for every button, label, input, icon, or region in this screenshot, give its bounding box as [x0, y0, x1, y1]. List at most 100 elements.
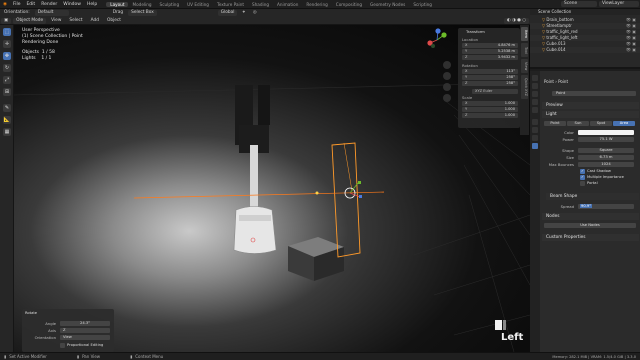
portal-checkbox[interactable] [580, 181, 585, 186]
rotation-z-field[interactable]: Z 258° [462, 81, 518, 86]
spread-field[interactable]: 90.9° [578, 204, 634, 209]
snap-icon[interactable]: ⌖ [239, 10, 247, 16]
orientation-dropdown-op[interactable]: View [60, 335, 110, 340]
select-box-icon[interactable]: ⬚ [3, 28, 11, 36]
objects-count: 1 / 58 [41, 50, 55, 55]
axis-dropdown[interactable]: Z [60, 328, 110, 333]
move-icon[interactable]: ✥ [3, 52, 11, 60]
rotate-icon[interactable]: ↻ [3, 64, 11, 72]
tab-quick-xyz[interactable]: Quick XYZ [521, 75, 528, 99]
physics-tab-icon[interactable] [532, 127, 538, 133]
traffic-light-model[interactable] [233, 85, 277, 254]
transform-space-dropdown[interactable]: Global [217, 10, 238, 16]
view-layer-selector[interactable]: ViewLayer [599, 1, 639, 7]
editor-header: ▣ Object Mode View Select Add Object ◐ ◑… [0, 17, 530, 25]
tab-tool[interactable]: Tool [521, 43, 528, 57]
render-tab-icon[interactable] [532, 83, 538, 89]
location-y-field[interactable]: Y 5.2538 m [462, 49, 518, 54]
add-cube-icon[interactable]: ▦ [3, 128, 11, 136]
scale-icon[interactable]: ⤢ [3, 76, 11, 84]
tab-item[interactable]: Item [521, 27, 528, 41]
annotate-icon[interactable]: ✎ [3, 104, 11, 112]
light-datablock-field[interactable]: Point [552, 91, 636, 96]
cube-object[interactable] [288, 237, 344, 281]
last-operator-title[interactable]: Rotate [25, 311, 65, 316]
custom-properties-header[interactable]: Custom Properties [542, 234, 639, 241]
menu-select[interactable]: Select [66, 18, 85, 24]
location-x-field[interactable]: X 4.8476 m [462, 43, 518, 48]
rotation-mode-dropdown[interactable]: XYZ Euler [472, 89, 518, 94]
nodes-panel-header[interactable]: Nodes [542, 213, 639, 220]
tab-texture-paint[interactable]: Texture Paint [213, 2, 248, 7]
angle-field[interactable]: 24.3° [60, 321, 110, 326]
shape-label: Shape [562, 148, 574, 153]
menu-window[interactable]: Window [60, 2, 84, 7]
3d-viewport[interactable]: User Perspective (1) Scene Collection | … [14, 25, 530, 352]
tab-sculpting[interactable]: Sculpting [156, 2, 184, 7]
preview-panel-header[interactable]: Preview [542, 102, 639, 109]
menu-help[interactable]: Help [84, 2, 100, 7]
tab-rendering[interactable]: Rendering [302, 2, 331, 7]
light-color-swatch[interactable] [578, 130, 634, 135]
light-panel-header[interactable]: Light [542, 111, 639, 118]
tab-animation[interactable]: Animation [273, 2, 302, 7]
cursor-icon[interactable]: ✛ [3, 40, 11, 48]
area-light-outline[interactable] [331, 142, 361, 258]
world-tab-icon[interactable] [532, 107, 538, 113]
location-z-field[interactable]: Z 3.9432 m [462, 55, 518, 60]
tab-compositing[interactable]: Compositing [332, 2, 366, 7]
scale-x-field[interactable]: X 1.000 [462, 101, 518, 106]
constraints-tab-icon[interactable] [532, 135, 538, 141]
use-nodes-button[interactable]: Use Nodes [544, 223, 636, 228]
light-type-spot[interactable]: Spot [590, 121, 612, 126]
proportional-checkbox[interactable] [60, 343, 65, 348]
navigation-gizmo[interactable] [427, 28, 447, 48]
menu-add[interactable]: Add [88, 18, 102, 24]
tab-layout[interactable]: Layout [106, 1, 129, 7]
beam-shape-header[interactable]: Beam Shape [546, 193, 639, 200]
viewport-shading-icons[interactable]: ◐ ◑ ● ○ [503, 17, 529, 24]
scale-y-field[interactable]: Y 1.000 [462, 107, 518, 112]
properties-editor: Point › Point Point Preview Light Point … [530, 71, 640, 352]
proportional-icon[interactable]: ◎ [250, 10, 260, 16]
scale-z-field[interactable]: Z 1.000 [462, 113, 518, 118]
light-type-area[interactable]: Area [613, 121, 635, 126]
menu-render[interactable]: Render [38, 2, 60, 7]
editor-type-icon[interactable]: ▣ [1, 17, 12, 24]
transform-gizmo[interactable] [344, 181, 362, 199]
scene-selector[interactable]: Scene [561, 1, 597, 7]
transform-icon[interactable]: ⊞ [3, 88, 11, 96]
rotation-y-field[interactable]: Y 258° [462, 75, 518, 80]
light-data-tab-icon[interactable] [532, 143, 538, 149]
tab-view[interactable]: View [521, 59, 528, 73]
tool-tab-icon[interactable] [532, 75, 538, 81]
rotation-x-field[interactable]: X 113° [462, 69, 518, 74]
mode-dropdown[interactable]: Object Mode [13, 17, 47, 24]
blender-logo-icon[interactable]: ◉ [0, 2, 10, 7]
menu-file[interactable]: File [10, 2, 24, 7]
tab-scripting[interactable]: Scripting [409, 2, 436, 7]
outliner-row[interactable]: ▽ Cube.014 👁 ▣ [530, 47, 640, 53]
multiple-importance-checkbox[interactable]: ✓ [580, 175, 585, 180]
light-type-point[interactable]: Point [544, 121, 566, 126]
tab-geometry-nodes[interactable]: Geometry Nodes [366, 2, 409, 7]
orientation-dropdown[interactable]: Default [34, 10, 69, 16]
viewport-nav-buttons[interactable] [443, 61, 451, 102]
output-tab-icon[interactable] [532, 91, 538, 97]
tab-modeling[interactable]: Modeling [128, 2, 155, 7]
power-field[interactable]: 75.1 W [578, 137, 634, 142]
measure-icon[interactable]: 📐 [3, 116, 11, 124]
light-type-sun[interactable]: Sun [567, 121, 589, 126]
tab-shading[interactable]: Shading [248, 2, 273, 7]
size-field[interactable]: 6.73 m [578, 155, 634, 160]
menu-edit[interactable]: Edit [23, 2, 38, 7]
menu-object[interactable]: Object [104, 18, 124, 24]
menu-view[interactable]: View [48, 18, 64, 24]
drag-dropdown[interactable]: Select Box [128, 10, 157, 16]
tab-uv-editing[interactable]: UV Editing [183, 2, 213, 7]
scene-tab-icon[interactable] [532, 99, 538, 105]
cast-shadow-checkbox[interactable]: ✓ [580, 169, 585, 174]
shape-dropdown[interactable]: Square [578, 148, 634, 153]
max-bounces-field[interactable]: 1024 [578, 162, 634, 167]
object-tab-icon[interactable] [532, 119, 538, 125]
